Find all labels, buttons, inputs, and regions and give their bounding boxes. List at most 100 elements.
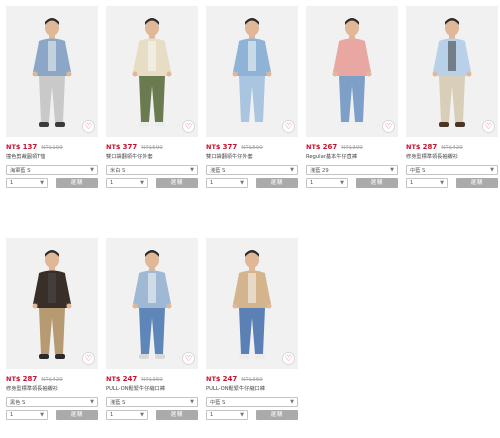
product-name[interactable]: PULL-ON鬆緊牛仔縮口褲 (106, 385, 198, 394)
chevron-down-icon: ▼ (290, 167, 294, 173)
original-price: NT$369 (241, 377, 263, 383)
product-card[interactable]: ♡ NT$ 377 NT$590 雙口袋翻領牛仔外套 米白 S ▼ 1 ▼ 選購 (106, 6, 198, 188)
product-photo-svg (6, 238, 98, 369)
original-price: NT$369 (141, 377, 163, 383)
product-name[interactable]: 撞色剪裁圓領T恤 (6, 153, 98, 162)
color-size-value: 黑色 S (10, 399, 26, 406)
color-size-select[interactable]: 淺藍 S ▼ (106, 397, 198, 407)
product-name[interactable]: 雙口袋翻領牛仔外套 (206, 153, 298, 162)
quantity-select[interactable]: 1 ▼ (206, 178, 248, 188)
color-size-select[interactable]: 中藍 S ▼ (206, 397, 298, 407)
product-card[interactable]: ♡ NT$ 287 NT$429 修身型標準領長袖襯衫 中藍 S ▼ 1 ▼ 選購 (406, 6, 498, 188)
product-photo[interactable]: ♡ (106, 6, 198, 137)
quantity-value: 1 (10, 180, 14, 186)
select-buy-button[interactable]: 選購 (156, 410, 198, 420)
color-size-value: 米白 S (110, 167, 126, 174)
chevron-down-icon: ▼ (90, 399, 94, 405)
product-photo[interactable]: ♡ (6, 6, 98, 137)
heart-icon[interactable]: ♡ (182, 352, 195, 365)
product-card[interactable]: ♡ NT$ 267 NT$399 Regular基本牛仔直褲 淺藍 29 ▼ 1 … (306, 6, 398, 188)
purchase-row: 1 ▼ 選購 (406, 178, 498, 188)
heart-icon[interactable]: ♡ (482, 120, 495, 133)
product-photo[interactable]: ♡ (106, 238, 198, 369)
purchase-row: 1 ▼ 選購 (106, 410, 198, 420)
quantity-select[interactable]: 1 ▼ (106, 410, 148, 420)
currency: NT$ (206, 143, 221, 151)
quantity-select[interactable]: 1 ▼ (206, 410, 248, 420)
color-size-select[interactable]: 淺藍 S ▼ (206, 165, 298, 175)
product-photo-svg (6, 6, 98, 137)
color-size-select[interactable]: 淺藍 29 ▼ (306, 165, 398, 175)
color-size-select[interactable]: 米白 S ▼ (106, 165, 198, 175)
product-photo[interactable]: ♡ (206, 6, 298, 137)
product-name[interactable]: Regular基本牛仔直褲 (306, 153, 398, 162)
chevron-down-icon: ▼ (290, 399, 294, 405)
purchase-row: 1 ▼ 選購 (6, 410, 98, 420)
select-buy-button[interactable]: 選購 (356, 178, 398, 188)
sale-price: NT$ 287 (6, 375, 37, 383)
product-card[interactable]: ♡ NT$ 247 NT$369 PULL-ON鬆緊牛仔縮口褲 中藍 S ▼ 1 … (206, 238, 298, 420)
product-card[interactable]: ♡ NT$ 377 NT$590 雙口袋翻領牛仔外套 淺藍 S ▼ 1 ▼ 選購 (206, 6, 298, 188)
original-price: NT$399 (341, 145, 363, 151)
quantity-select[interactable]: 1 ▼ (406, 178, 448, 188)
product-name[interactable]: 雙口袋翻領牛仔外套 (106, 153, 198, 162)
product-photo[interactable]: ♡ (206, 238, 298, 369)
product-photo[interactable]: ♡ (6, 238, 98, 369)
select-buy-button[interactable]: 選購 (456, 178, 498, 188)
chevron-down-icon: ▼ (390, 167, 394, 173)
product-photo[interactable]: ♡ (406, 6, 498, 137)
color-size-select[interactable]: 黑色 S ▼ (6, 397, 98, 407)
original-price: NT$590 (241, 145, 263, 151)
quantity-select[interactable]: 1 ▼ (106, 178, 148, 188)
chevron-down-icon: ▼ (140, 180, 144, 186)
sale-price: NT$ 377 (106, 143, 137, 151)
chevron-down-icon: ▼ (190, 399, 194, 405)
heart-icon[interactable]: ♡ (82, 120, 95, 133)
heart-icon[interactable]: ♡ (282, 120, 295, 133)
select-buy-button[interactable]: 選購 (256, 178, 298, 188)
purchase-row: 1 ▼ 選購 (206, 410, 298, 420)
product-card[interactable]: ♡ NT$ 287 NT$429 修身型標準領長袖襯衫 黑色 S ▼ 1 ▼ 選購 (6, 238, 98, 420)
quantity-value: 1 (410, 180, 414, 186)
price-row: NT$ 247 NT$369 (206, 375, 298, 384)
sale-price: NT$ 287 (406, 143, 437, 151)
product-card[interactable]: ♡ NT$ 247 NT$369 PULL-ON鬆緊牛仔縮口褲 淺藍 S ▼ 1 … (106, 238, 198, 420)
heart-icon[interactable]: ♡ (182, 120, 195, 133)
product-photo-svg (206, 6, 298, 137)
chevron-down-icon: ▼ (40, 180, 44, 186)
product-photo-svg (106, 238, 198, 369)
purchase-row: 1 ▼ 選購 (106, 178, 198, 188)
quantity-select[interactable]: 1 ▼ (6, 178, 48, 188)
quantity-select[interactable]: 1 ▼ (306, 178, 348, 188)
heart-icon[interactable]: ♡ (282, 352, 295, 365)
select-buy-button[interactable]: 選購 (156, 178, 198, 188)
product-name[interactable]: 修身型標準領長袖襯衫 (6, 385, 98, 394)
price-row: NT$ 267 NT$399 (306, 143, 398, 152)
price-amount: 247 (122, 375, 138, 383)
currency: NT$ (106, 375, 121, 383)
product-name[interactable]: PULL-ON鬆緊牛仔縮口褲 (206, 385, 298, 394)
select-buy-button[interactable]: 選購 (256, 410, 298, 420)
color-size-select[interactable]: 中藍 S ▼ (406, 165, 498, 175)
price-row: NT$ 287 NT$429 (406, 143, 498, 152)
chevron-down-icon: ▼ (490, 167, 494, 173)
heart-icon[interactable]: ♡ (382, 120, 395, 133)
currency: NT$ (406, 143, 421, 151)
quantity-value: 1 (10, 412, 14, 418)
product-card[interactable]: ♡ NT$ 137 NT$199 撞色剪裁圓領T恤 海軍藍 S ▼ 1 ▼ 選購 (6, 6, 98, 188)
product-photo[interactable]: ♡ (306, 6, 398, 137)
color-size-select[interactable]: 海軍藍 S ▼ (6, 165, 98, 175)
original-price: NT$429 (441, 145, 463, 151)
heart-icon[interactable]: ♡ (82, 352, 95, 365)
quantity-select[interactable]: 1 ▼ (6, 410, 48, 420)
sale-price: NT$ 137 (6, 143, 37, 151)
currency: NT$ (6, 143, 21, 151)
chevron-down-icon: ▼ (140, 412, 144, 418)
select-buy-button[interactable]: 選購 (56, 178, 98, 188)
color-size-value: 中藍 S (410, 167, 426, 174)
chevron-down-icon: ▼ (40, 412, 44, 418)
product-name[interactable]: 修身型標準領長袖襯衫 (406, 153, 498, 162)
sale-price: NT$ 377 (206, 143, 237, 151)
sale-price: NT$ 267 (306, 143, 337, 151)
select-buy-button[interactable]: 選購 (56, 410, 98, 420)
